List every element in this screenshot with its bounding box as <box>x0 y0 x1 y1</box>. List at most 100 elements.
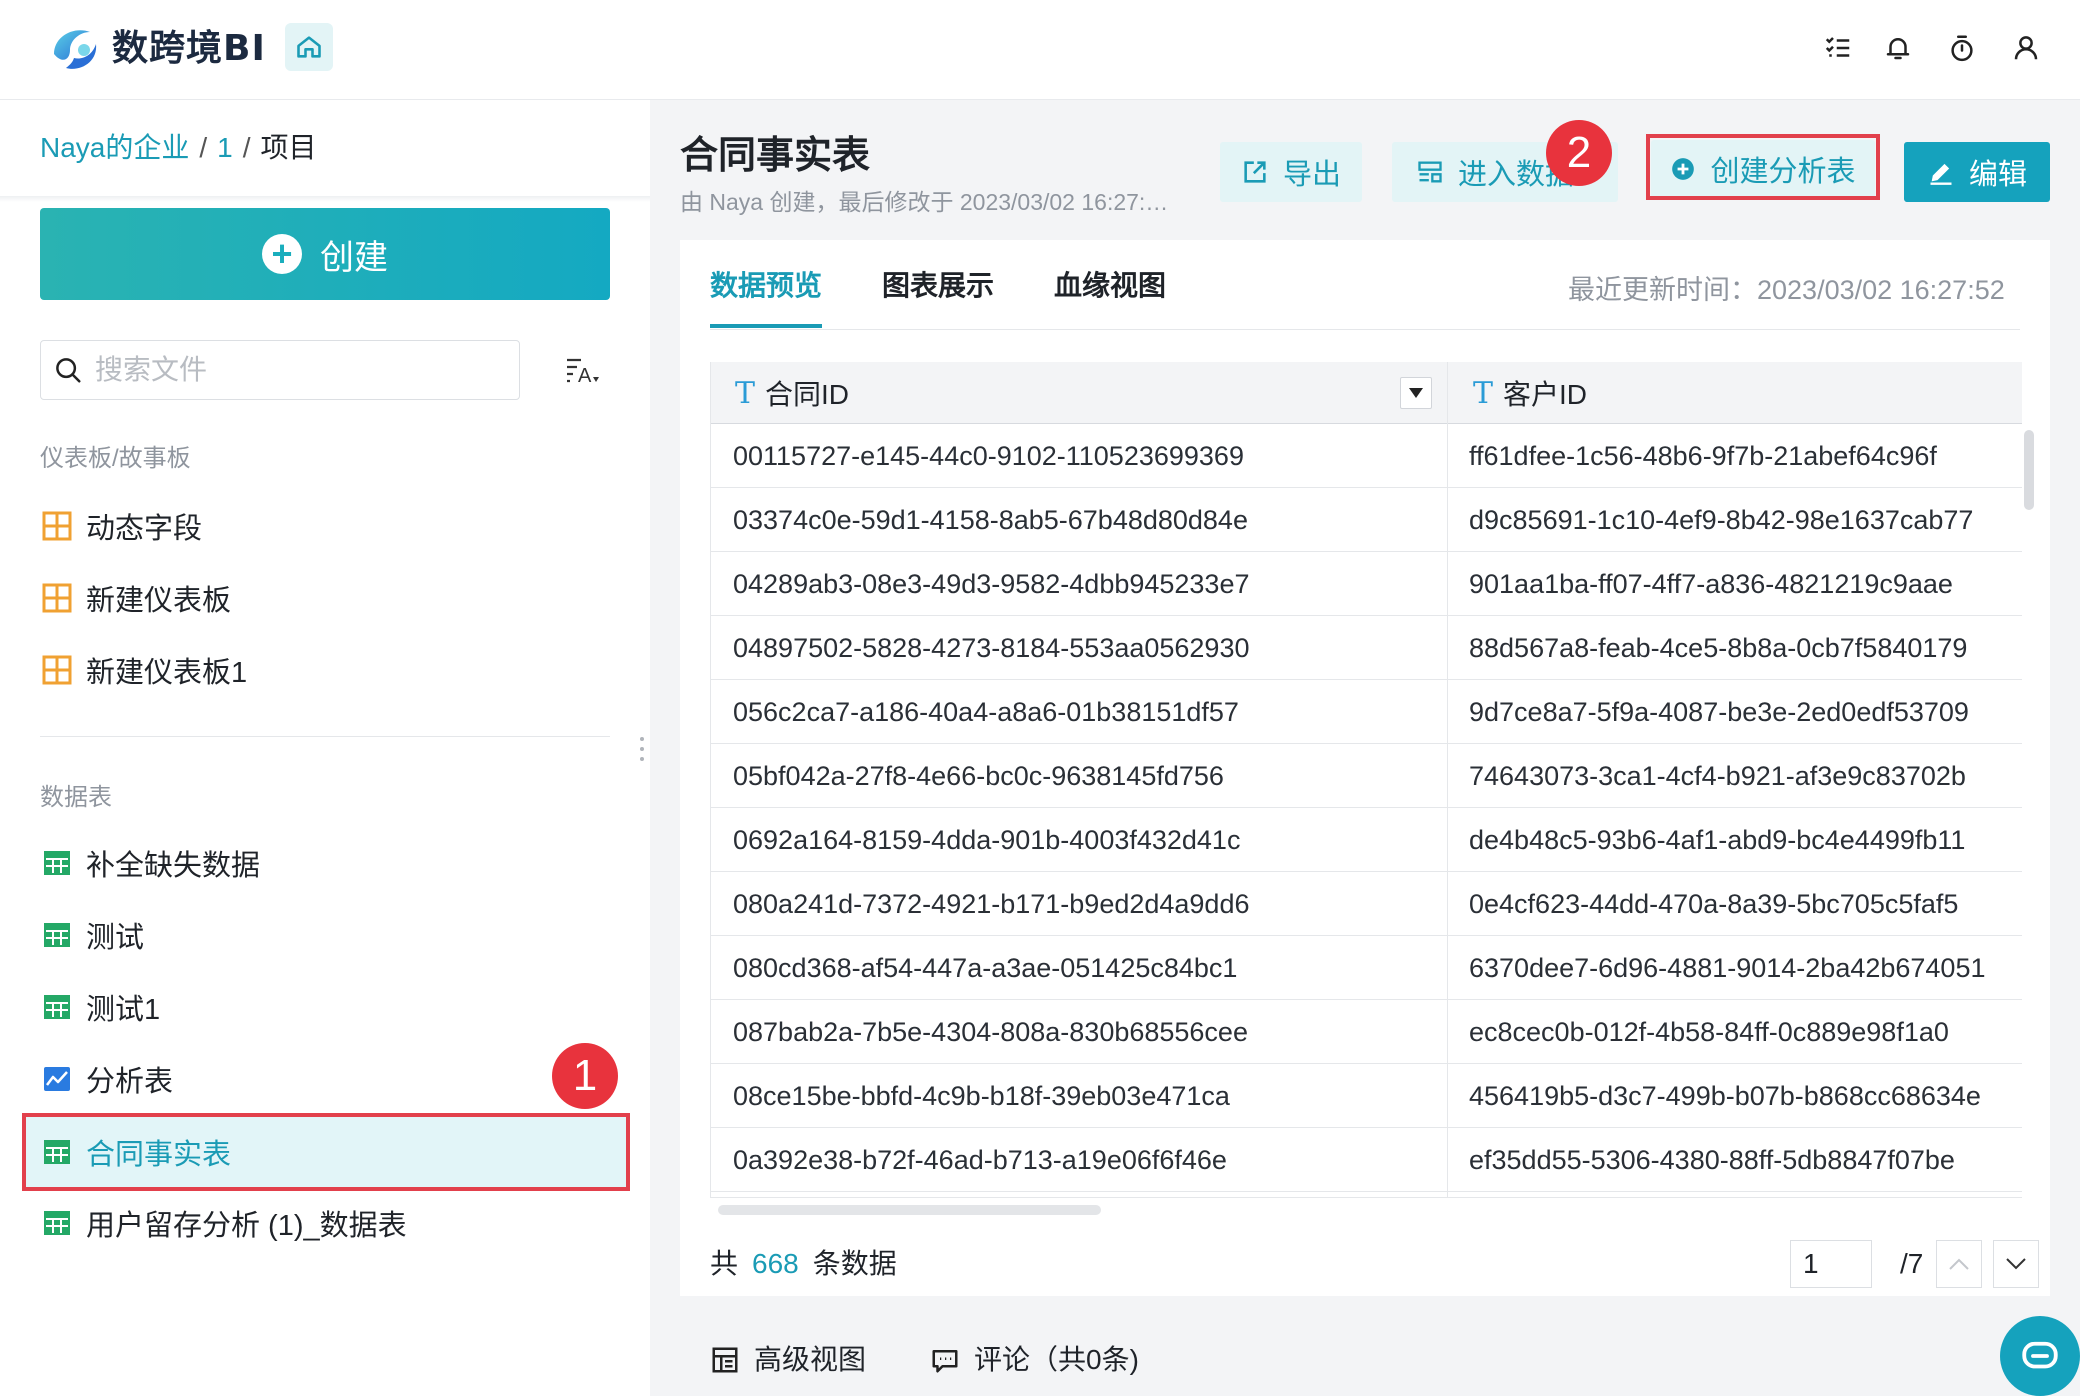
dataset-item[interactable]: 用户留存分析 (1)_数据表 <box>22 1187 630 1259</box>
breadcrumb-org[interactable]: Naya的企业 <box>40 132 189 163</box>
contract-id-cell: 0692a164-8159-4dda-901b-4003f432d41c <box>733 825 1241 855</box>
sort-button[interactable]: A <box>562 350 606 394</box>
breadcrumb-divider <box>0 196 650 202</box>
create-button[interactable]: + 创建 <box>40 208 610 300</box>
task-list-icon <box>1825 37 1850 57</box>
vertical-scrollbar[interactable] <box>2024 430 2034 510</box>
dashboard-icon <box>42 583 72 613</box>
contract-id-cell: 056c2ca7-a186-40a4-a8a6-01b38151df57 <box>733 697 1239 727</box>
dataset-item-label: 测试 <box>86 922 145 954</box>
app-logo-icon[interactable] <box>46 20 104 78</box>
stopwatch-icon <box>1951 35 1973 62</box>
sort-icon: A <box>567 358 599 387</box>
table-row[interactable]: 080cd368-af54-447a-a3ae-051425c84bc1 6370… <box>711 936 2022 1000</box>
dataset-item[interactable]: 测试 <box>22 899 630 971</box>
table-header: T 合同ID T 客户ID <box>711 362 2022 424</box>
home-button[interactable] <box>285 23 333 71</box>
dashboard-icon <box>42 511 72 541</box>
chat-bubble-icon <box>2022 1341 2058 1369</box>
edit-button[interactable]: 编辑 <box>1904 142 2050 202</box>
breadcrumb-separator: / <box>242 132 251 163</box>
data-entry-icon <box>1418 161 1442 183</box>
search-icon <box>56 358 81 383</box>
chevron-down-icon <box>2006 1258 2026 1270</box>
table-icon <box>44 995 70 1019</box>
horizontal-scrollbar[interactable] <box>718 1205 1101 1215</box>
dataset-item-label: 测试1 <box>86 994 161 1026</box>
column-filter-button[interactable] <box>1400 377 1432 409</box>
table-row[interactable]: 087bab2a-7b5e-4304-808a-830b68556cee ec8c… <box>711 1000 2022 1064</box>
step-highlight-box <box>1646 134 1880 200</box>
dataset-item[interactable]: 测试1 <box>22 971 630 1043</box>
prev-page-button[interactable] <box>1936 1240 1982 1288</box>
dashboard-item[interactable]: 新建仪表板 <box>22 562 630 634</box>
step-badge: 2 <box>1546 120 1612 186</box>
customer-id-cell: 9d7ce8a7-5f9a-4087-be3e-2ed0edf53709 <box>1469 697 1969 727</box>
line-chart-icon <box>44 1067 70 1091</box>
total-rows-label: 共 668 条数据 <box>710 1244 897 1284</box>
chat-support-button[interactable] <box>2000 1316 2080 1396</box>
breadcrumb-current: 项目 <box>260 132 317 163</box>
table-row[interactable]: 08ce15be-bbfd-4c9b-b18f-39eb03e471ca 4564… <box>711 1064 2022 1128</box>
timer-button[interactable] <box>1942 28 1982 68</box>
next-page-button[interactable] <box>1993 1240 2039 1288</box>
comments-link[interactable]: 评论（共0条) <box>930 1340 1139 1380</box>
data-preview-table: T 合同ID T 客户ID 00115727-e145-44c0-9102-11… <box>710 362 2022 1198</box>
tab-data-preview[interactable]: 数据预览 <box>710 266 822 306</box>
step-badge: 1 <box>552 1043 618 1109</box>
column-header-customer-id[interactable]: T 客户ID <box>1473 362 1587 424</box>
task-list-button[interactable] <box>1818 28 1858 68</box>
column-header-label: 客户ID <box>1503 379 1588 410</box>
contract-id-cell: 03374c0e-59d1-4158-8ab5-67b48d80d84e <box>733 505 1248 535</box>
customer-id-cell: 6370dee7-6d96-4881-9014-2ba42b674051 <box>1469 953 1986 983</box>
page-subtitle: 由 Naya 创建，最后修改于 2023/03/02 16:27:… <box>680 189 1169 215</box>
tab-lineage-view[interactable]: 血缘视图 <box>1054 266 1166 306</box>
chevron-up-icon <box>1949 1258 1969 1270</box>
dashboard-item-label: 新建仪表板 <box>86 585 232 617</box>
bell-icon <box>1886 38 1910 60</box>
dashboard-item[interactable]: 新建仪表板1 <box>22 634 630 706</box>
table-row[interactable]: 00115727-e145-44c0-9102-110523699369 ff61… <box>711 424 2022 488</box>
customer-id-cell: ef35dd55-5306-4380-88ff-5db8847f07be <box>1469 1145 1955 1175</box>
export-button[interactable]: 导出 <box>1220 142 1362 202</box>
panel-resize-handle-icon[interactable] <box>638 736 646 762</box>
active-tab-indicator <box>710 324 822 328</box>
svg-text:A: A <box>578 365 592 387</box>
search-box[interactable] <box>40 340 520 400</box>
dashboard-icon <box>42 655 72 685</box>
table-row[interactable]: 04897502-5828-4273-8184-553aa0562930 88d5… <box>711 616 2022 680</box>
table-row[interactable]: 0692a164-8159-4dda-901b-4003f432d41c de4b… <box>711 808 2022 872</box>
table-row[interactable]: 056c2ca7-a186-40a4-a8a6-01b38151df57 9d7c… <box>711 680 2022 744</box>
table-row[interactable]: 080a241d-7372-4921-b171-b9ed2d4a9dd6 0e4c… <box>711 872 2022 936</box>
last-updated-time: 最近更新时间：2023/03/02 16:27:52 <box>1568 275 2005 305</box>
section-divider <box>40 736 610 737</box>
contract-id-cell: 080cd368-af54-447a-a3ae-051425c84bc1 <box>733 953 1238 983</box>
contract-id-cell: 0a392e38-b72f-46ad-b713-a19e06f6f46e <box>733 1145 1227 1175</box>
column-header-label: 合同ID <box>765 379 850 410</box>
table-row[interactable]: 0a392e38-b72f-46ad-b713-a19e06f6f46e ef35… <box>711 1128 2022 1192</box>
table-row[interactable]: 05bf042a-27f8-4e66-bc0c-9638145fd756 7464… <box>711 744 2022 808</box>
contract-id-cell: 080a241d-7372-4921-b171-b9ed2d4a9dd6 <box>733 889 1250 919</box>
advanced-view-link[interactable]: 高级视图 <box>710 1340 866 1380</box>
export-button-label: 导出 <box>1282 159 1341 191</box>
user-menu-button[interactable] <box>2006 28 2046 68</box>
dataset-item[interactable]: 补全缺失数据 <box>22 827 630 899</box>
create-button-label: 创建 <box>320 238 388 277</box>
analysis-item[interactable]: 分析表 <box>22 1043 630 1115</box>
breadcrumb-folder[interactable]: 1 <box>217 132 233 163</box>
step-highlight-box <box>22 1113 630 1191</box>
dashboard-item-label: 动态字段 <box>86 513 203 545</box>
column-header-contract-id[interactable]: T 合同ID <box>735 362 849 424</box>
table-row[interactable]: 04289ab3-08e3-49d3-9582-4dbb945233e7 901a… <box>711 552 2022 616</box>
notification-button[interactable] <box>1878 28 1918 68</box>
tab-chart-display[interactable]: 图表展示 <box>882 266 994 306</box>
table-row[interactable]: 03374c0e-59d1-4158-8ab5-67b48d80d84e d9c8… <box>711 488 2022 552</box>
app-name: 数跨境BI <box>112 28 266 69</box>
customer-id-cell: 0e4cf623-44dd-470a-8a39-5bc705c5faf5 <box>1469 889 1959 919</box>
search-input[interactable] <box>95 354 495 386</box>
page-number-input[interactable] <box>1790 1240 1872 1288</box>
total-prefix: 共 <box>710 1248 739 1279</box>
dashboard-item[interactable]: 动态字段 <box>22 490 630 562</box>
total-count: 668 <box>752 1248 799 1279</box>
customer-id-cell: d9c85691-1c10-4ef9-8b42-98e1637cab77 <box>1469 505 1974 535</box>
